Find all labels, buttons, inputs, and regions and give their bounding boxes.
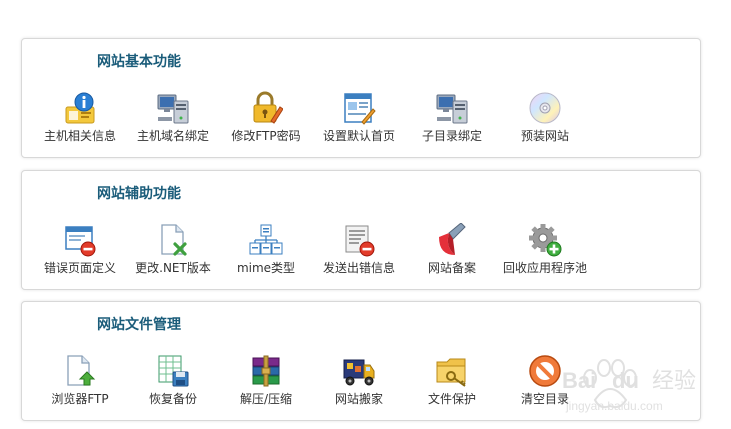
- section-title: 网站文件管理: [97, 317, 181, 333]
- item-file-protection[interactable]: 文件保护: [404, 354, 500, 407]
- item-label: 回收应用程序池: [502, 261, 587, 275]
- item-recycle-app-pool[interactable]: 回收应用程序池: [497, 223, 593, 276]
- watermark-brand2: du: [612, 368, 639, 393]
- item-label: 修改FTP密码: [231, 129, 301, 143]
- item-site-record[interactable]: 网站备案: [404, 223, 500, 276]
- item-label: 发送出错信息: [322, 261, 395, 275]
- item-label: 解压/压缩: [239, 392, 293, 406]
- item-mime-types[interactable]: mime类型: [218, 223, 314, 276]
- item-send-error-info[interactable]: 发送出错信息: [311, 223, 407, 276]
- item-label: 设置默认首页: [322, 129, 395, 143]
- info-icon: [65, 92, 95, 124]
- item-label: 更改.NET版本: [135, 261, 211, 275]
- file-upload-icon: [67, 355, 96, 386]
- item-label: mime类型: [236, 261, 296, 275]
- baidu-watermark: Bai du 经验 jingyan.baidu.com: [560, 350, 730, 425]
- section-title: 网站辅助功能: [97, 186, 181, 202]
- lock-edit-icon: [253, 91, 283, 124]
- item-label: 文件保护: [427, 392, 476, 406]
- item-site-migration[interactable]: 网站搬家: [311, 354, 407, 407]
- folder-key-icon: [436, 358, 466, 387]
- item-label: 预装网站: [520, 129, 569, 143]
- item-change-net-version[interactable]: 更改.NET版本: [125, 223, 221, 276]
- watermark-brand: Bai: [562, 368, 596, 393]
- item-browser-ftp[interactable]: 浏览器FTP: [32, 354, 128, 407]
- item-label: 主机域名绑定: [136, 129, 209, 143]
- backup-disk-icon: [158, 355, 189, 387]
- document-error-icon: [345, 225, 375, 257]
- item-preinstalled-site[interactable]: 预装网站: [497, 91, 593, 144]
- item-label: 恢复备份: [148, 392, 197, 406]
- paw-icon: Bai du 经验 jingyan.baidu.com: [562, 359, 696, 413]
- item-label: 浏览器FTP: [51, 392, 109, 406]
- item-label: 主机相关信息: [43, 129, 116, 143]
- item-extract-compress[interactable]: 解压/压缩: [218, 354, 314, 407]
- item-label: 网站搬家: [334, 392, 383, 406]
- watermark-url: jingyan.baidu.com: [565, 399, 663, 413]
- record-icon: [439, 223, 466, 255]
- section-title: 网站基本功能: [97, 54, 181, 70]
- file-close-icon: [161, 224, 187, 256]
- item-subdirectory-binding[interactable]: 子目录绑定: [404, 91, 500, 144]
- item-label: 子目录绑定: [421, 129, 482, 143]
- moving-truck-icon: [343, 359, 375, 386]
- item-set-default-homepage[interactable]: 设置默认首页: [311, 91, 407, 144]
- panel-basic-functions: 网站基本功能 主机相关信息 主机域名绑定 修改FTP密码 设置默认首页 子目录绑…: [21, 38, 701, 158]
- webpage-edit-icon: [344, 93, 376, 125]
- file-tree-icon: [249, 224, 283, 255]
- item-host-info[interactable]: 主机相关信息: [32, 91, 128, 144]
- item-label: 网站备案: [427, 261, 476, 275]
- watermark-suffix: 经验: [652, 369, 696, 394]
- item-change-ftp-password[interactable]: 修改FTP密码: [218, 91, 314, 144]
- item-label: 错误页面定义: [43, 261, 116, 275]
- item-restore-backup[interactable]: 恢复备份: [125, 354, 221, 407]
- computer-network-icon: [157, 94, 189, 124]
- item-host-domain-binding[interactable]: 主机域名绑定: [125, 91, 221, 144]
- window-error-icon: [65, 226, 96, 257]
- item-error-page-definition[interactable]: 错误页面定义: [32, 223, 128, 276]
- archive-books-icon: [252, 355, 280, 387]
- panel-auxiliary-functions: 网站辅助功能 错误页面定义 更改.NET版本 mime类型 发送出错信息 网站备…: [21, 170, 701, 290]
- cd-disc-icon: [529, 92, 561, 124]
- no-entry-icon: [529, 355, 561, 387]
- gear-add-icon: [529, 224, 562, 257]
- computer-network-icon: [436, 94, 468, 124]
